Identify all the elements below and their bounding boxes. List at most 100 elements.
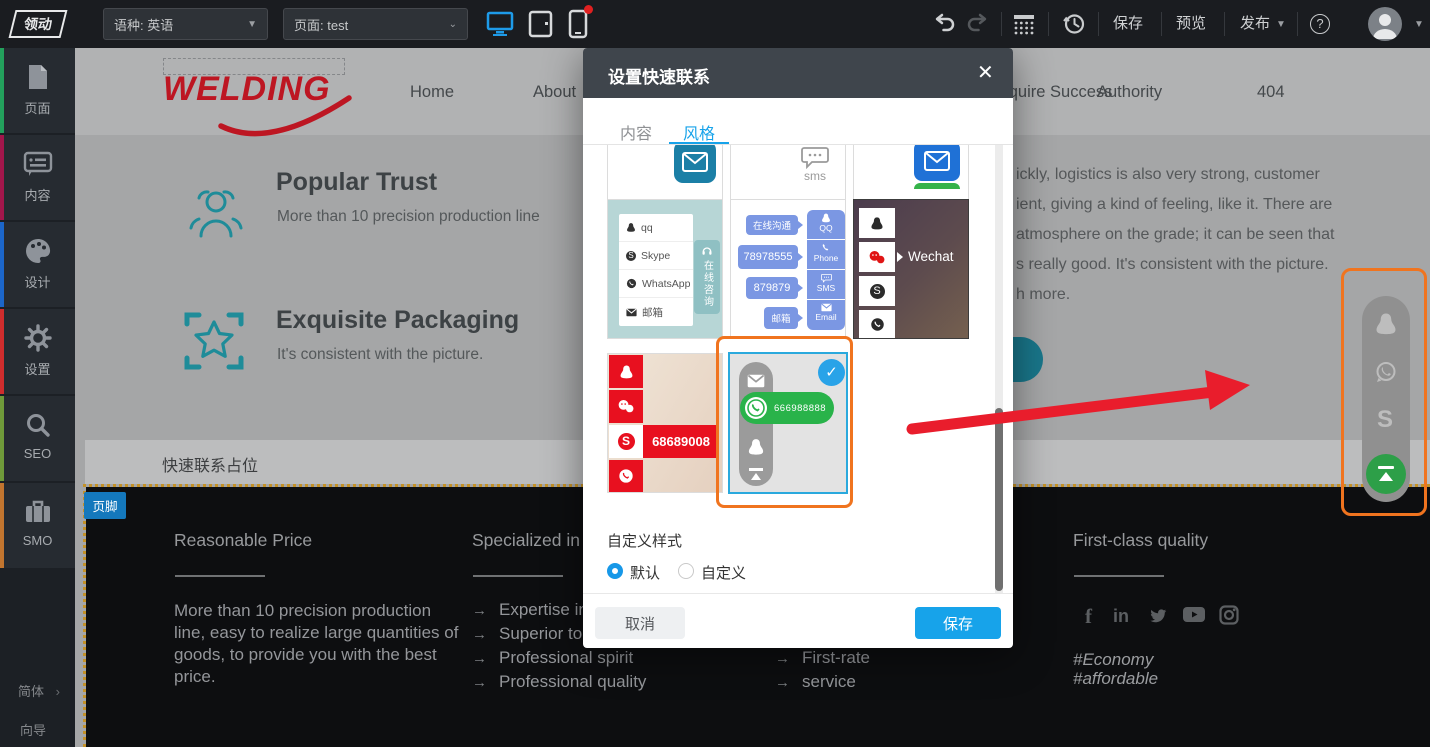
sidebar-item-label: 设置 bbox=[0, 359, 75, 378]
email-tile bbox=[914, 145, 960, 181]
footer-divider bbox=[175, 575, 265, 577]
chevron-right-icon: › bbox=[56, 684, 60, 699]
footer-list-label: Professional spirit bbox=[499, 648, 633, 667]
footer-divider bbox=[1074, 575, 1164, 577]
page-dropdown[interactable]: 页面: test ⌄ bbox=[283, 8, 468, 40]
whatsapp-icon[interactable] bbox=[1374, 360, 1398, 384]
wechat-tile bbox=[609, 390, 643, 423]
section-subtitle: More than 10 precision production line bbox=[277, 208, 540, 226]
arrow-icon: → bbox=[775, 674, 790, 691]
wizard-link[interactable]: 向导 bbox=[20, 720, 46, 739]
footer-list-item[interactable]: →Superior to bbox=[472, 624, 582, 644]
twitter-icon[interactable] bbox=[1147, 606, 1169, 626]
caret-down-icon[interactable]: ▼ bbox=[1414, 19, 1424, 30]
content-icon bbox=[0, 149, 75, 179]
paragraph-line: h more. bbox=[1016, 280, 1376, 310]
publish-button[interactable]: 发布 bbox=[1240, 0, 1270, 48]
radio-custom[interactable] bbox=[678, 563, 694, 579]
help-icon[interactable]: ? bbox=[1310, 14, 1330, 34]
linkedin-icon[interactable]: in bbox=[1113, 606, 1129, 627]
style-thumbnail-bubbles[interactable]: 在线沟通 78978555 879879 邮箱 QQ Phone SMS Ema… bbox=[730, 199, 846, 339]
simplified-chinese-switch[interactable]: 简体 › bbox=[18, 681, 60, 700]
notification-dot bbox=[584, 5, 593, 14]
tile-sms: SMS bbox=[807, 270, 845, 300]
sidebar-item-content[interactable]: 内容 bbox=[0, 135, 75, 220]
close-icon[interactable]: ✕ bbox=[977, 60, 994, 85]
tablet-view-icon[interactable] bbox=[528, 10, 553, 38]
quick-contact-placeholder-label: 快速联系占位 bbox=[162, 452, 258, 476]
section-subtitle: It's consistent with the picture. bbox=[277, 346, 483, 364]
green-tile-sliver bbox=[914, 183, 960, 189]
cancel-button[interactable]: 取消 bbox=[595, 607, 685, 639]
radio-default[interactable] bbox=[607, 563, 623, 579]
preview-button[interactable]: 预览 bbox=[1176, 0, 1206, 48]
redo-icon[interactable] bbox=[966, 13, 988, 33]
toolbar-divider bbox=[1048, 12, 1049, 36]
footer-list-item[interactable]: →Expertise in bbox=[472, 600, 588, 620]
qq-icon[interactable] bbox=[1374, 310, 1398, 338]
footer-list-item[interactable]: → service bbox=[775, 672, 856, 692]
style-thumbnail-red[interactable]: S 68689008 bbox=[607, 353, 723, 493]
save-button[interactable]: 保存 bbox=[915, 607, 1001, 639]
bubble-label: 邮箱 bbox=[764, 307, 798, 329]
nav-home[interactable]: Home bbox=[410, 83, 454, 102]
paragraph-line: s really good. It's consistent with the … bbox=[1016, 250, 1376, 280]
sms-label: sms bbox=[801, 169, 829, 183]
footer-hashtag: #Economy bbox=[1073, 650, 1153, 670]
avatar[interactable] bbox=[1368, 7, 1402, 41]
sidebar-item-label: 设计 bbox=[0, 272, 75, 291]
collapse-triangle bbox=[751, 473, 761, 480]
facebook-icon[interactable]: f bbox=[1085, 604, 1092, 629]
history-icon[interactable] bbox=[1062, 12, 1086, 36]
footer-list-item[interactable]: →Professional quality bbox=[472, 672, 646, 692]
sidebar-item-smo[interactable]: SMO bbox=[0, 483, 75, 568]
footer-list-label: service bbox=[802, 672, 856, 691]
online-consult-tab: 在线咨询 bbox=[694, 240, 720, 314]
collapse-icon bbox=[1378, 466, 1394, 469]
widget-pill-preview bbox=[739, 362, 773, 486]
collapse-button[interactable] bbox=[1366, 454, 1406, 494]
gear-icon bbox=[0, 323, 75, 353]
footer-col4-heading: First-class quality bbox=[1073, 530, 1208, 551]
panel-scrollbar-thumb[interactable] bbox=[995, 408, 1003, 591]
modal-header: 设置快速联系 ✕ bbox=[583, 48, 1013, 98]
people-icon bbox=[187, 184, 245, 246]
app-logo[interactable]: 领动 bbox=[9, 10, 68, 38]
language-dropdown[interactable]: 语种: 英语 ▼ bbox=[103, 8, 268, 40]
tab-style[interactable]: 风格 bbox=[683, 120, 715, 144]
radio-custom-label[interactable]: 自定义 bbox=[701, 562, 746, 583]
page-icon bbox=[0, 62, 75, 92]
email-icon bbox=[747, 374, 765, 388]
style-thumbnail-dark[interactable]: Wechat S bbox=[853, 199, 969, 339]
nav-about[interactable]: About bbox=[533, 83, 576, 102]
sidebar-item-seo[interactable]: SEO bbox=[0, 396, 75, 481]
radio-default-label[interactable]: 默认 bbox=[630, 562, 660, 583]
style-thumbnail-selected[interactable]: 666988888 ✓ bbox=[728, 352, 848, 494]
caret-down-icon[interactable]: ▼ bbox=[1276, 19, 1286, 30]
youtube-icon[interactable] bbox=[1183, 607, 1205, 624]
wechat-label: Wechat bbox=[908, 249, 954, 264]
collapse-icon bbox=[749, 468, 763, 471]
instagram-icon[interactable] bbox=[1219, 605, 1239, 625]
nav-authority[interactable]: Authority bbox=[1097, 83, 1162, 102]
style-thumbnail-teal-list[interactable]: qq SSkype WhatsApp 邮箱 在线咨询 bbox=[607, 199, 723, 339]
sidebar-item-pages[interactable]: 页面 bbox=[0, 48, 75, 133]
arrow-icon: → bbox=[472, 626, 487, 643]
desktop-view-icon[interactable] bbox=[486, 11, 514, 37]
sidebar-item-settings[interactable]: 设置 bbox=[0, 309, 75, 394]
sidebar-item-design[interactable]: 设计 bbox=[0, 222, 75, 307]
star-frame-icon bbox=[183, 308, 245, 374]
footer-list-item[interactable]: →First-rate bbox=[775, 648, 870, 668]
skype-icon[interactable]: S bbox=[1377, 406, 1393, 434]
mobile-view-icon[interactable] bbox=[568, 9, 588, 39]
footer-list-label: First-rate bbox=[802, 648, 870, 667]
skype-tile: S bbox=[609, 425, 643, 458]
toolbar-divider bbox=[1161, 12, 1162, 36]
save-button[interactable]: 保存 bbox=[1113, 0, 1143, 48]
nav-404[interactable]: 404 bbox=[1257, 83, 1285, 102]
grid-layout-icon[interactable] bbox=[1012, 13, 1036, 35]
footer-section-badge[interactable]: 页脚 bbox=[84, 492, 126, 519]
footer-list-item[interactable]: →Professional spirit bbox=[472, 648, 633, 668]
undo-icon[interactable] bbox=[934, 13, 956, 33]
tab-content[interactable]: 内容 bbox=[620, 120, 652, 144]
